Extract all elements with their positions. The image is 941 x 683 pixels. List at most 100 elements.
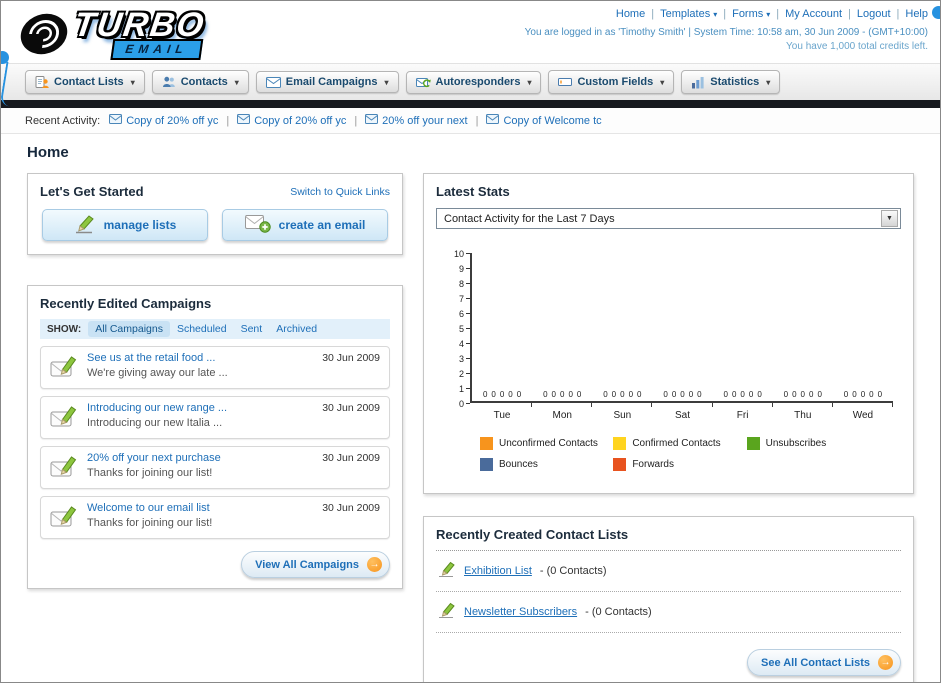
top-link-label: Templates: [660, 8, 711, 20]
bar-value-label: 0: [611, 390, 617, 400]
bar-value-label: 0: [680, 390, 685, 400]
custom-fields-icon: [558, 75, 573, 89]
campaign-subtitle: Thanks for joining our list!: [87, 467, 213, 479]
bar-value-label: 0: [628, 390, 634, 400]
x-axis-label: Mon: [552, 410, 572, 421]
chevron-down-icon: ▾: [527, 77, 532, 87]
y-tick-label: 3: [448, 351, 470, 366]
filter-archived[interactable]: Archived: [269, 321, 324, 337]
switch-quick-links-link[interactable]: Switch to Quick Links: [290, 186, 390, 198]
chart-plot-area: 00000000000000000000000000000000000: [470, 253, 893, 403]
logo-swirl-icon: [16, 11, 72, 57]
top-link-forms[interactable]: Forms ▾: [732, 8, 770, 20]
campaign-date: 30 Jun 2009: [322, 452, 380, 464]
tab-statistics[interactable]: Statistics ▾: [681, 70, 781, 94]
recent-activity-link[interactable]: Copy of Welcome tc: [503, 115, 601, 127]
legend-label: Forwards: [632, 459, 674, 470]
contact-list-link[interactable]: Newsletter Subscribers: [464, 606, 577, 618]
show-label: SHOW:: [47, 323, 82, 335]
tab-label: Statistics: [710, 76, 760, 88]
top-link-logout[interactable]: Logout: [857, 8, 891, 20]
recent-activity-item[interactable]: Copy of 20% off yc: [109, 114, 218, 127]
contact-list-detail: - (0 Contacts): [539, 565, 607, 577]
envelope-icon: [109, 114, 123, 127]
stats-period-value: Contact Activity for the Last 7 Days: [444, 212, 615, 225]
tab-contacts[interactable]: Contacts ▾: [151, 70, 249, 94]
y-tick-label: 8: [448, 276, 470, 291]
bar-value-label: 0: [499, 390, 505, 400]
bar-group-tue: 00000: [472, 253, 532, 401]
top-link-label: My Account: [785, 8, 842, 20]
create-email-button[interactable]: create an email: [222, 209, 388, 241]
tab-autoresponders[interactable]: Autoresponders ▾: [405, 70, 542, 94]
nav-separator: |: [776, 8, 780, 20]
bar-group-fri: 00000: [713, 253, 773, 401]
bar-value-label: 0: [491, 390, 496, 400]
recent-activity-item[interactable]: Copy of 20% off yc: [237, 114, 346, 127]
autoresponders-icon: [415, 76, 431, 89]
top-link-label: Logout: [856, 8, 891, 20]
legend-item-confirmed-contacts: Confirmed Contacts: [613, 437, 746, 450]
get-started-title: Let's Get Started: [40, 184, 144, 199]
tab-email-campaigns[interactable]: Email Campaigns ▾: [255, 71, 399, 93]
x-axis-label: Tue: [493, 410, 511, 421]
top-link-label: Home: [615, 8, 646, 20]
statistics-icon: [691, 75, 705, 89]
top-link-templates[interactable]: Templates ▾: [660, 8, 717, 20]
envelope-pencil-icon: [50, 402, 78, 433]
bar-value-label: 0: [843, 390, 849, 400]
filter-scheduled[interactable]: Scheduled: [170, 321, 234, 337]
recent-activity-item[interactable]: Copy of Welcome tc: [486, 114, 602, 127]
manage-lists-button[interactable]: manage lists: [42, 209, 208, 241]
bar-value-label: 0: [508, 390, 513, 400]
contact-lists-panel: Recently Created Contact Lists Exhibitio…: [423, 516, 914, 682]
see-all-contact-lists-button[interactable]: See All Contact Lists →: [746, 649, 901, 676]
campaign-title-link[interactable]: 20% off your next purchase: [87, 452, 313, 464]
campaign-title-link[interactable]: Welcome to our email list: [87, 502, 313, 514]
view-all-campaigns-button[interactable]: View All Campaigns →: [241, 551, 390, 578]
campaign-title-link[interactable]: See us at the retail food ...: [87, 352, 313, 364]
envelope-pencil-icon: [50, 452, 78, 483]
bar-value-label: 0: [663, 390, 668, 400]
legend-label: Bounces: [499, 459, 538, 470]
envelope-pencil-icon: [50, 502, 78, 533]
campaign-title-link[interactable]: Introducing our new range ...: [87, 402, 313, 414]
legend-item-unconfirmed-contacts: Unconfirmed Contacts: [480, 437, 613, 450]
bar-value-label: 0: [723, 390, 728, 400]
campaign-row: 20% off your next purchase Thanks for joi…: [40, 446, 390, 489]
tab-custom-fields[interactable]: Custom Fields ▾: [548, 70, 675, 94]
legend-item-unsubscribes: Unsubscribes: [746, 437, 880, 450]
stats-period-dropdown[interactable]: Contact Activity for the Last 7 Days ▼: [436, 208, 901, 229]
bar-value-label: 0: [817, 390, 822, 400]
recent-activity-link[interactable]: Copy of 20% off yc: [254, 115, 346, 127]
bar-value-label: 0: [852, 390, 857, 400]
login-status: You are logged in as 'Timothy Smith' | S…: [524, 27, 928, 38]
contact-list-row: Exhibition List - (0 Contacts): [436, 551, 901, 592]
recent-activity-link[interactable]: Copy of 20% off yc: [126, 115, 218, 127]
latest-stats-title: Latest Stats: [436, 184, 510, 199]
campaign-subtitle: Introducing our new Italia ...: [87, 417, 223, 429]
top-link-label: Help: [905, 8, 928, 20]
recent-activity-link[interactable]: 20% off your next: [382, 115, 467, 127]
campaign-text: See us at the retail food ... We're givin…: [87, 352, 313, 383]
bar-value-label: 0: [516, 390, 522, 400]
filter-all-campaigns[interactable]: All Campaigns: [88, 321, 170, 337]
y-tick-label: 2: [448, 366, 470, 381]
y-tick-label: 7: [448, 291, 470, 306]
bar-value-label: 0: [603, 390, 608, 400]
filter-sent[interactable]: Sent: [234, 321, 270, 337]
campaign-subtitle: Thanks for joining our list!: [87, 517, 213, 529]
top-link-my-account[interactable]: My Account: [785, 8, 842, 20]
nav-separator: |: [896, 8, 900, 20]
chevron-down-icon: ▼: [881, 210, 898, 227]
logo[interactable]: TURBO EMAIL: [15, 5, 208, 63]
bar-value-label: 0: [731, 390, 737, 400]
top-link-home[interactable]: Home: [616, 8, 645, 20]
top-link-help[interactable]: Help: [905, 8, 928, 20]
bar-value-label: 0: [568, 390, 573, 400]
tab-contact-lists[interactable]: Contact Lists ▾: [25, 70, 145, 94]
bar-value-label: 0: [877, 390, 883, 400]
contact-list-link[interactable]: Exhibition List: [464, 565, 532, 577]
recent-activity-item[interactable]: 20% off your next: [365, 114, 468, 127]
nav-separator: |: [651, 8, 655, 20]
